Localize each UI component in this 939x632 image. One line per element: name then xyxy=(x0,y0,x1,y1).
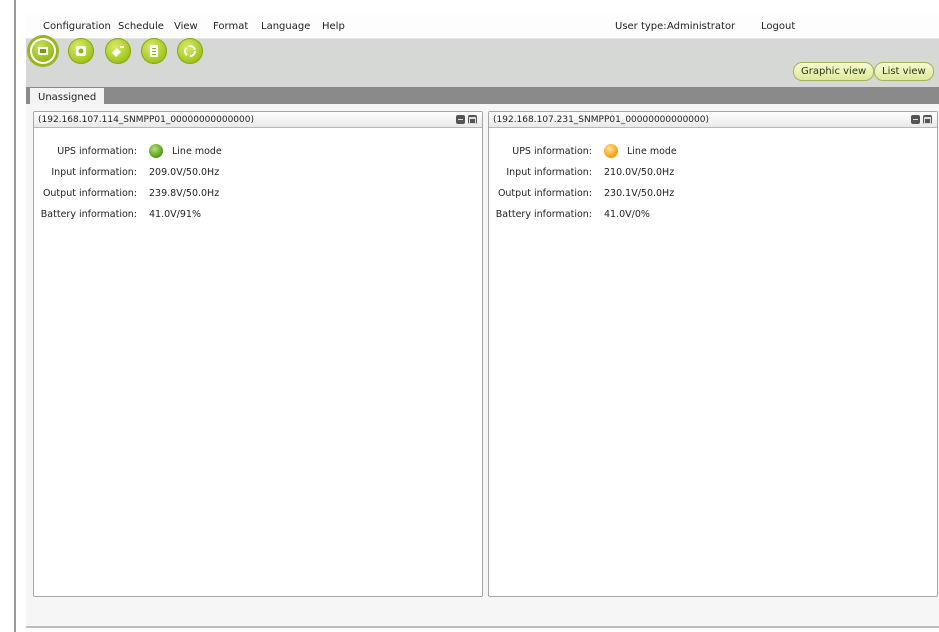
device-icon[interactable] xyxy=(30,38,56,64)
input-info-label: Input information: xyxy=(51,167,137,178)
ups-mode: Line mode xyxy=(627,146,677,157)
output-info-label: Output information: xyxy=(42,188,137,199)
status-dot-icon xyxy=(604,144,618,158)
menu-configuration[interactable]: Configuration xyxy=(43,21,111,32)
output-info-label: Output information: xyxy=(497,188,592,199)
battery-value: 41.0V/91% xyxy=(149,209,201,220)
refresh-icon[interactable] xyxy=(177,38,203,64)
ups-info-row: UPS information: Line mode xyxy=(489,144,937,162)
output-value: 230.1V/50.0Hz xyxy=(604,188,675,199)
device-panel: (192.168.107.114_SNMPP01_00000000000000)… xyxy=(33,111,483,597)
menu-schedule[interactable]: Schedule xyxy=(118,21,164,32)
device-panel: (192.168.107.231_SNMPP01_00000000000000)… xyxy=(488,111,938,597)
status-strip xyxy=(26,626,939,628)
panel-header: (192.168.107.231_SNMPP01_00000000000000) xyxy=(489,112,937,128)
maximize-icon[interactable] xyxy=(468,115,477,124)
ups-mode: Line mode xyxy=(172,146,222,157)
menu-help[interactable]: Help xyxy=(322,21,345,32)
user-type-value: Administrator xyxy=(667,21,736,32)
log-icon[interactable] xyxy=(141,38,167,64)
panel-header: (192.168.107.114_SNMPP01_00000000000000) xyxy=(34,112,482,128)
plug-icon[interactable] xyxy=(105,38,131,64)
input-value: 209.0V/50.0Hz xyxy=(149,167,220,178)
input-info-row: Input information: 209.0V/50.0Hz xyxy=(34,167,482,183)
maximize-icon[interactable] xyxy=(923,115,932,124)
output-info-row: Output information: 230.1V/50.0Hz xyxy=(489,188,937,204)
input-info-row: Input information: 210.0V/50.0Hz xyxy=(489,167,937,183)
ups-info-label: UPS information: xyxy=(512,146,592,157)
battery-info-label: Battery information: xyxy=(495,209,592,220)
minimize-icon[interactable] xyxy=(456,115,465,124)
output-value: 239.8V/50.0Hz xyxy=(149,188,220,199)
logout-link[interactable]: Logout xyxy=(761,21,795,32)
status-dot-icon xyxy=(149,144,163,158)
panel-title: (192.168.107.114_SNMPP01_00000000000000) xyxy=(38,115,254,125)
window-edge xyxy=(14,0,16,632)
minimize-icon[interactable] xyxy=(911,115,920,124)
panel-title: (192.168.107.231_SNMPP01_00000000000000) xyxy=(493,115,709,125)
graphic-view-button[interactable]: Graphic view xyxy=(793,62,875,81)
menu-language[interactable]: Language xyxy=(261,21,310,32)
input-value: 210.0V/50.0Hz xyxy=(604,167,675,178)
battery-info-row: Battery information: 41.0V/91% xyxy=(34,209,482,225)
menu-format[interactable]: Format xyxy=(213,21,248,32)
input-info-label: Input information: xyxy=(506,167,592,178)
ups-info-row: UPS information: Line mode xyxy=(34,144,482,162)
user-type-label: User type: xyxy=(615,21,667,32)
list-view-button[interactable]: List view xyxy=(874,62,934,81)
menu-view[interactable]: View xyxy=(174,21,198,32)
battery-info-label: Battery information: xyxy=(40,209,137,220)
settings-icon[interactable] xyxy=(68,38,94,64)
tab-bar xyxy=(26,87,939,105)
battery-value: 41.0V/0% xyxy=(604,209,650,220)
menu-bar: Configuration Schedule View Format Langu… xyxy=(26,14,939,39)
ups-info-label: UPS information: xyxy=(57,146,137,157)
output-info-row: Output information: 239.8V/50.0Hz xyxy=(34,188,482,204)
battery-info-row: Battery information: 41.0V/0% xyxy=(489,209,937,225)
